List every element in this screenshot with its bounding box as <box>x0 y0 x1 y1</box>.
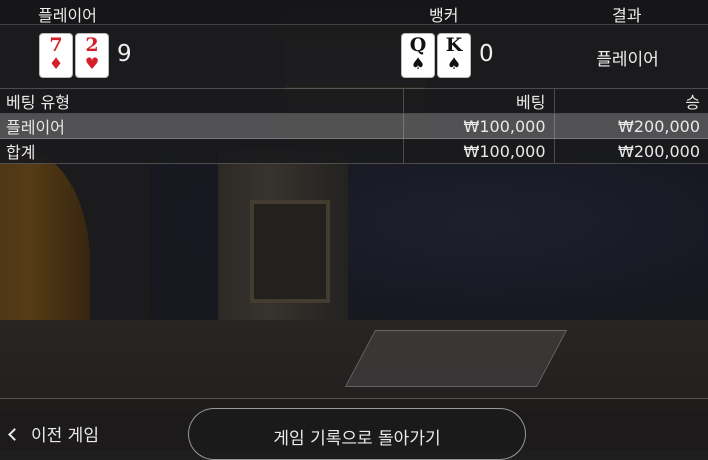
game-result: 플레이어 <box>596 50 659 70</box>
banker-score: 0 <box>479 41 494 67</box>
card-rank: 2 <box>85 34 99 56</box>
back-to-game-history-button[interactable]: 게임 기록으로 돌아가기 <box>188 408 526 460</box>
diamond-suit-icon: ♦ <box>48 54 64 73</box>
previous-game-button[interactable]: 이전 게임 <box>8 421 99 446</box>
table-row: 플레이어 ₩100,000 ₩200,000 <box>0 113 708 139</box>
spade-suit-icon: ♠ <box>410 54 426 73</box>
win-amount-header: 승 <box>553 88 708 114</box>
banker-card-2: K ♠ <box>438 34 470 77</box>
chevron-left-icon <box>8 428 21 441</box>
win-amount-cell: ₩200,000 <box>553 138 708 164</box>
bet-amount-cell: ₩100,000 <box>402 113 554 139</box>
bet-table-header: 베팅 유형 베팅 승 <box>0 88 708 114</box>
table-row-total: 합계 ₩100,000 ₩200,000 <box>0 138 708 164</box>
card-rank: 7 <box>49 34 63 56</box>
bet-type-cell: 합계 <box>0 138 403 164</box>
card-rank: K <box>445 34 463 56</box>
bet-type-header: 베팅 유형 <box>0 88 403 114</box>
spade-suit-icon: ♠ <box>446 54 462 73</box>
player-score: 9 <box>117 41 132 67</box>
result-column-title: 결과 <box>612 6 642 25</box>
hands-row: 7 ♦ 2 ♥ 9 Q ♠ K ♠ 0 플레이어 <box>0 25 708 87</box>
bet-amount-cell: ₩100,000 <box>402 138 554 164</box>
bet-type-cell: 플레이어 <box>0 113 403 139</box>
player-card-2: 2 ♥ <box>76 34 108 77</box>
result-header: 플레이어 뱅커 결과 <box>0 0 708 25</box>
banker-card-1: Q ♠ <box>402 34 434 77</box>
bet-table: 베팅 유형 베팅 승 플레이어 ₩100,000 ₩200,000 합계 ₩10… <box>0 88 708 164</box>
card-rank: Q <box>409 34 427 56</box>
player-column-title: 플레이어 <box>38 6 97 25</box>
bet-amount-header: 베팅 <box>402 88 554 114</box>
player-card-1: 7 ♦ <box>40 34 72 77</box>
banker-column-title: 뱅커 <box>429 6 459 25</box>
win-amount-cell: ₩200,000 <box>553 113 708 139</box>
footer-bar: 이전 게임 게임 기록으로 돌아가기 <box>0 398 708 460</box>
heart-suit-icon: ♥ <box>84 54 100 73</box>
previous-game-label: 이전 게임 <box>31 426 99 446</box>
